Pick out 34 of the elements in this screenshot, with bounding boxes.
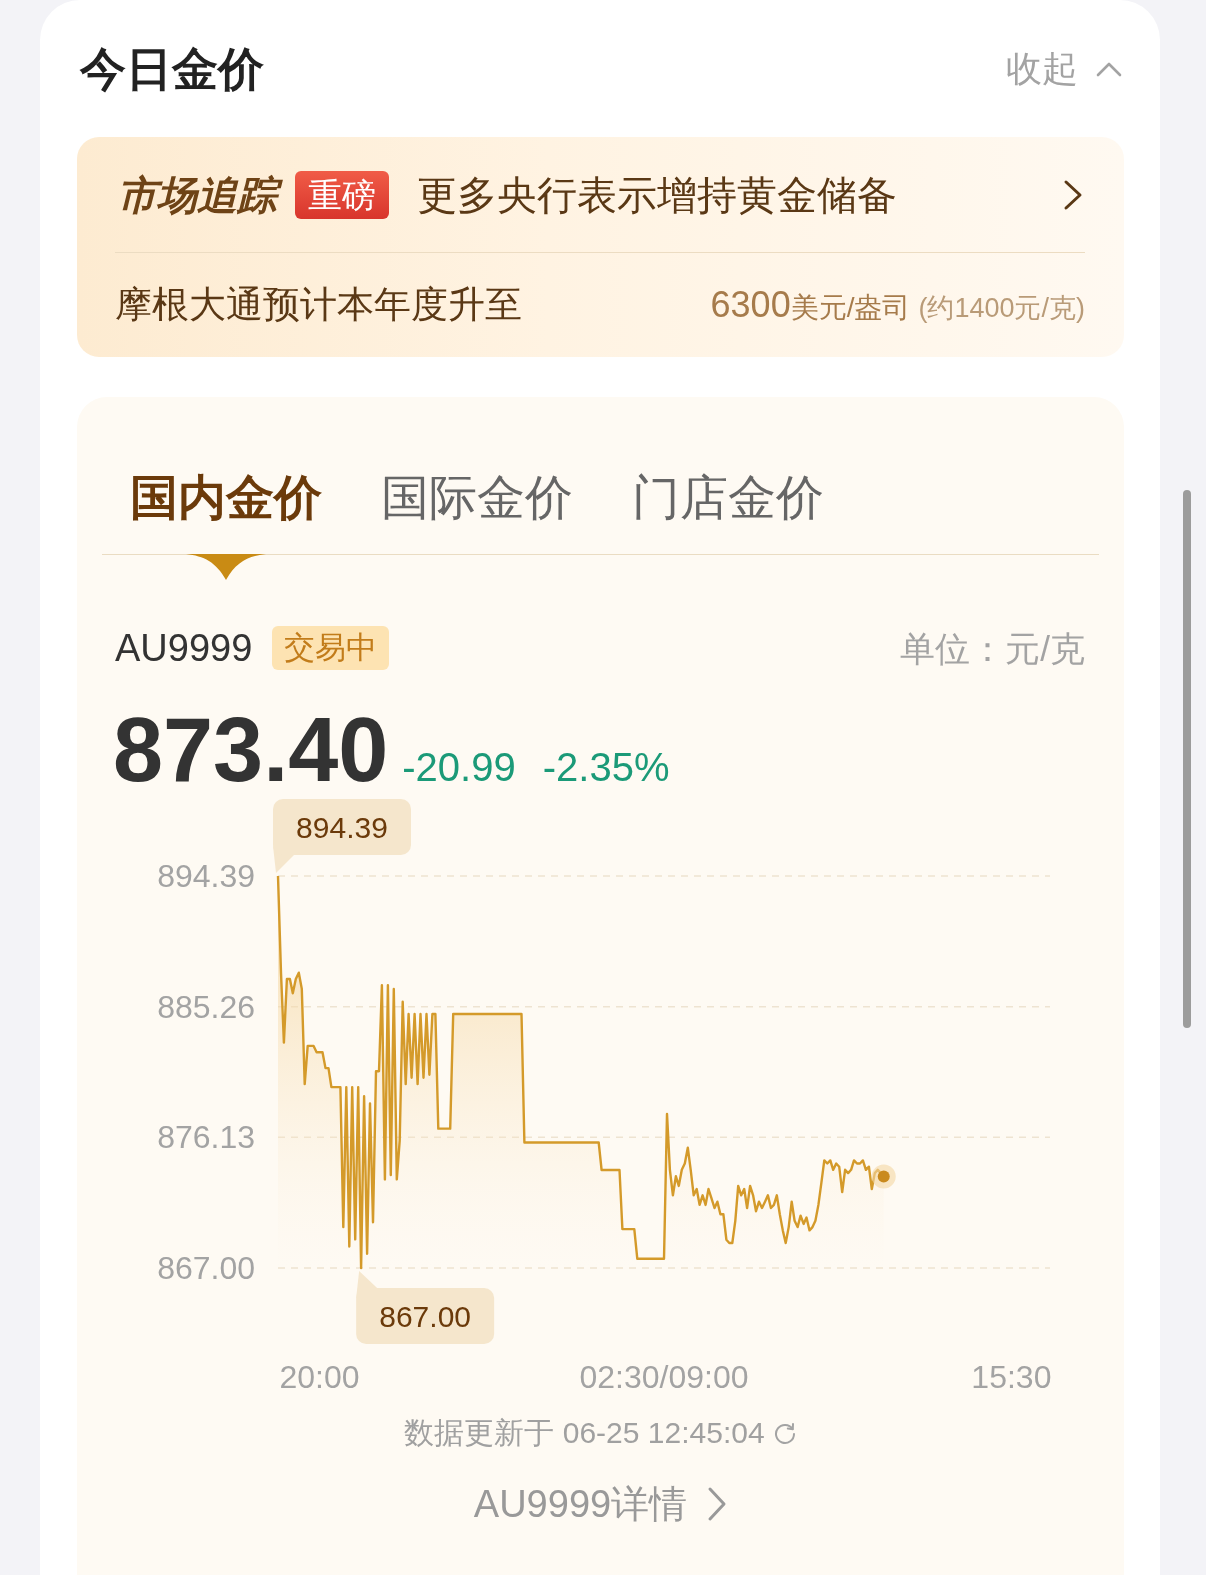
callout-label: 894.39 [296, 811, 388, 844]
update-time: 数据更新于 06-25 12:45:04 [404, 1418, 765, 1448]
forecast-note: (约1400元/克) [918, 291, 1085, 325]
tab[interactable]: 国际金价 [381, 472, 573, 554]
refresh-icon[interactable] [772, 1421, 797, 1445]
chevron-up-icon [1096, 60, 1122, 77]
unit-label: 单位：元/克 [900, 630, 1085, 666]
forecast-value: 6300 [710, 283, 791, 326]
tab[interactable]: 门店金价 [632, 472, 824, 554]
chevron-right-icon[interactable] [1063, 178, 1083, 211]
current-price: 873.40 [113, 705, 389, 795]
section-title: 今日金价 [80, 45, 264, 92]
price-change-percent: -2.35% [542, 747, 670, 787]
x-axis-label: 15:30 [971, 1359, 1052, 1395]
callout-label: 867.00 [379, 1300, 471, 1333]
importance-badge: 重磅 [295, 170, 389, 219]
scrollbar-thumb[interactable] [1183, 490, 1191, 1028]
x-axis-label: 20:00 [279, 1359, 360, 1395]
tab[interactable]: 国内金价 [130, 472, 322, 554]
y-axis-label: 885.26 [157, 988, 255, 1025]
brand-label: 市场追踪 [115, 168, 285, 221]
symbol-label: AU9999 [115, 629, 253, 667]
y-axis-label: 876.13 [157, 1119, 255, 1156]
chevron-right-icon [707, 1486, 728, 1522]
news-headline: 更多央行表示增持黄金储备 [417, 171, 897, 219]
forecast-unit: 美元/盎司 [790, 290, 911, 325]
trading-status-badge: 交易中 [272, 626, 390, 670]
price-change: -20.99 [402, 747, 516, 787]
x-axis-label: 02:30/09:00 [579, 1359, 749, 1395]
news-panel[interactable]: 市场追踪 重磅 更多央行表示增持黄金储备 摩根大通预计本年度升至 6300美元/盎司 (约1400元/克) [77, 137, 1124, 357]
y-axis-label: 867.00 [157, 1250, 255, 1286]
endpoint-marker-icon [871, 1164, 896, 1189]
forecast-text: 摩根大通预计本年度升至 [115, 282, 522, 327]
y-axis-label: 894.39 [157, 858, 255, 894]
